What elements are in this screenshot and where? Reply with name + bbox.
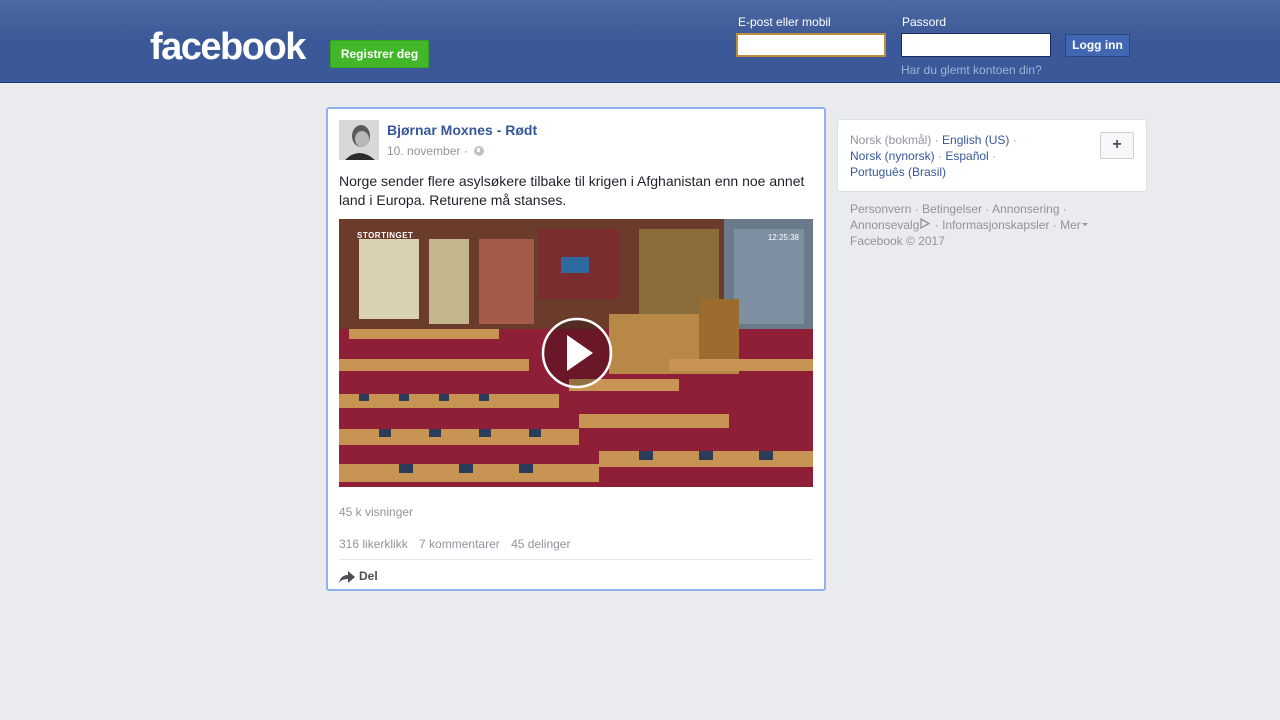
views-count: 45 k visninger xyxy=(339,505,414,519)
video-player[interactable]: STORTINGET 12:25:38 xyxy=(339,219,813,487)
footer-link[interactable]: Informasjonskapsler xyxy=(942,218,1049,232)
divider xyxy=(339,559,813,560)
login-button[interactable]: Logg inn xyxy=(1065,34,1130,57)
reaction-counts: 316 likerklikk 7 kommentarer 45 delinger xyxy=(339,537,578,551)
share-label: Del xyxy=(359,569,378,583)
copyright: Facebook © 2017 xyxy=(850,234,945,248)
comments-count[interactable]: 7 kommentarer xyxy=(419,537,500,551)
footer-link[interactable]: Personvern xyxy=(850,202,911,216)
register-button[interactable]: Registrer deg xyxy=(330,40,429,68)
language-link[interactable]: English (US) xyxy=(942,133,1009,147)
footer-more-label: Mer xyxy=(1060,218,1081,232)
language-link[interactable]: Português (Brasil) xyxy=(850,165,946,179)
post-card: Bjørnar Moxnes - Rødt 10. november · Nor… xyxy=(326,107,826,591)
post-author-link[interactable]: Bjørnar Moxnes - Rødt xyxy=(387,122,537,138)
globe-icon xyxy=(474,146,485,156)
language-link[interactable]: Norsk (nynorsk) xyxy=(850,149,935,163)
video-thumbnail xyxy=(339,219,813,487)
share-button[interactable]: Del xyxy=(339,567,378,585)
forgot-account-link[interactable]: Har du glemt kontoen din? xyxy=(901,63,1042,77)
current-language: Norsk (bokmål) xyxy=(850,133,932,147)
footer-link[interactable]: Annonsevalg xyxy=(850,218,919,232)
chevron-down-icon xyxy=(1081,223,1088,229)
share-arrow-icon xyxy=(339,571,355,583)
password-field[interactable] xyxy=(901,33,1051,57)
author-avatar[interactable] xyxy=(339,120,379,160)
likes-count[interactable]: 316 likerklikk xyxy=(339,537,408,551)
post-meta: 10. november · xyxy=(387,144,485,158)
language-link[interactable]: Español xyxy=(945,149,988,163)
email-field[interactable] xyxy=(736,33,886,57)
password-label: Passord xyxy=(902,15,947,29)
top-bar: facebook Registrer deg E-post eller mobi… xyxy=(0,0,1280,83)
footer-link[interactable]: Betingelser xyxy=(922,202,982,216)
post-date-link[interactable]: 10. november · xyxy=(387,144,468,158)
footer-more-link[interactable]: Mer xyxy=(1060,218,1088,232)
video-timestamp: 12:25:38 xyxy=(767,233,799,242)
email-label: E-post eller mobil xyxy=(738,15,831,29)
video-brand-label: STORTINGET xyxy=(357,231,414,240)
post-text: Norge sender flere asylsøkere tilbake ti… xyxy=(339,173,805,208)
adchoices-icon xyxy=(920,218,931,229)
language-selector: Norsk (bokmål) · English (US) · Norsk (n… xyxy=(837,119,1147,192)
add-language-button[interactable]: + xyxy=(1100,132,1134,159)
footer-links: Personvern · Betingelser · Annonsering ·… xyxy=(850,201,1140,249)
footer-link[interactable]: Annonsering xyxy=(992,202,1059,216)
shares-count[interactable]: 45 delinger xyxy=(511,537,570,551)
facebook-logo[interactable]: facebook xyxy=(150,25,306,69)
